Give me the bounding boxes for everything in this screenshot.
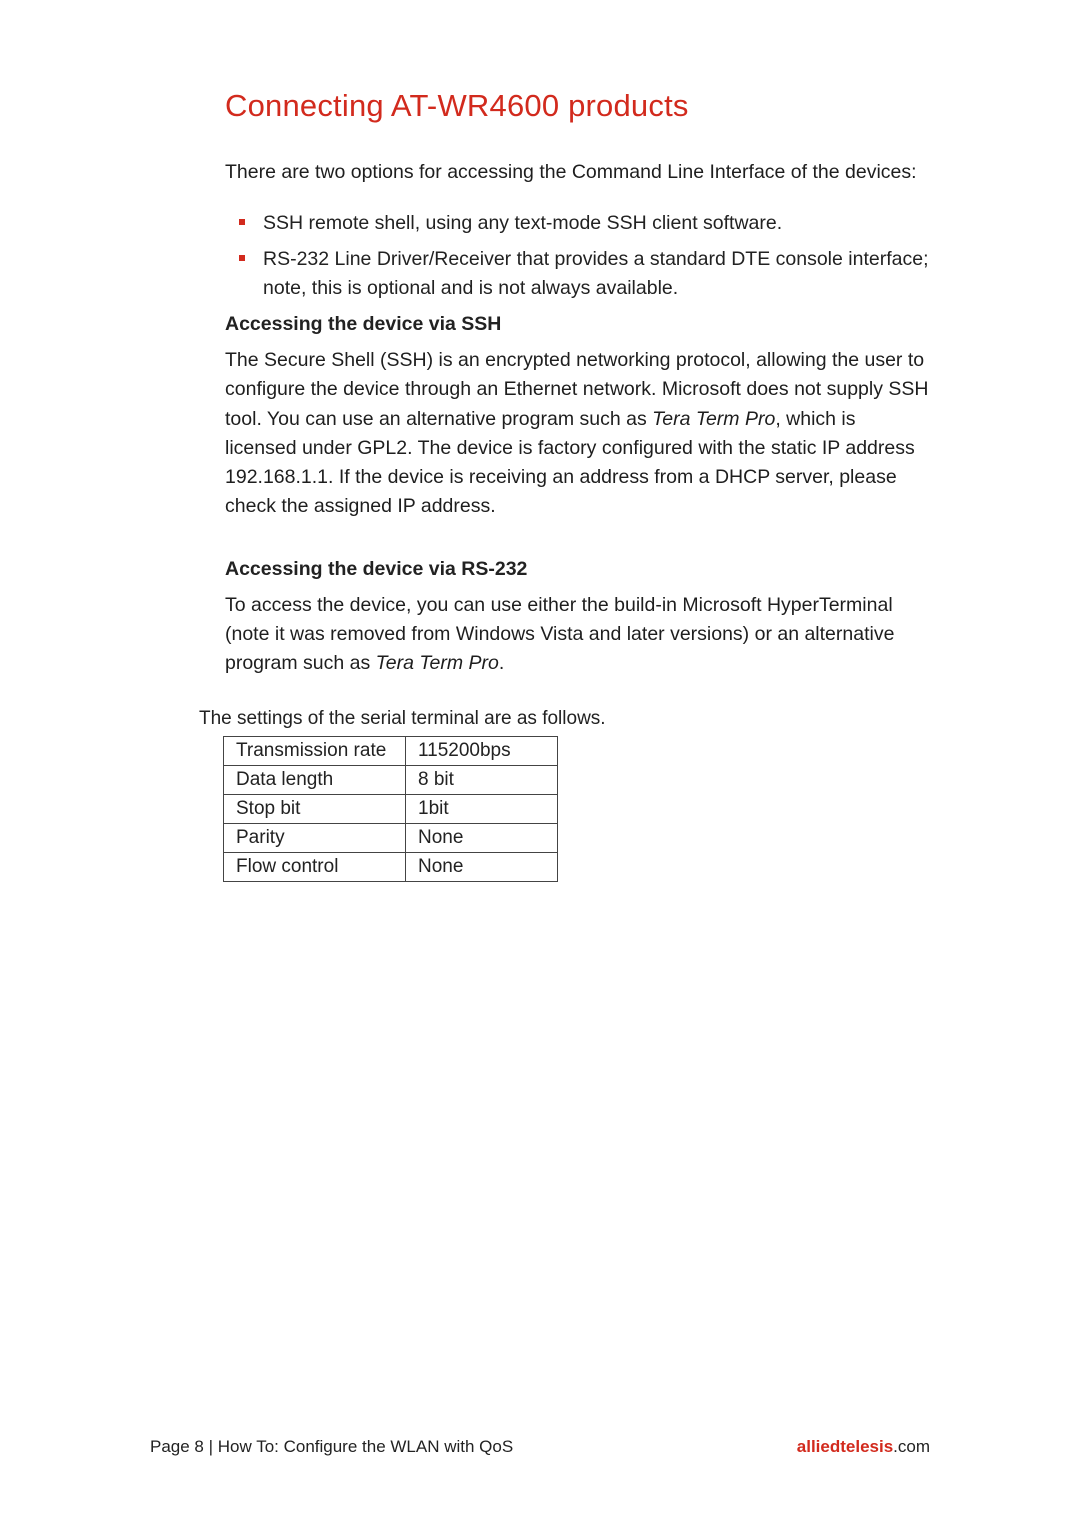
table-intro: The settings of the serial terminal are … bbox=[199, 708, 930, 730]
text-fragment: . bbox=[499, 652, 504, 674]
intro-paragraph: There are two options for accessing the … bbox=[225, 158, 930, 187]
brand-tld: .com bbox=[893, 1437, 930, 1456]
table-row: Flow control None bbox=[224, 853, 558, 882]
page-number: Page 8 bbox=[150, 1437, 204, 1456]
setting-label: Parity bbox=[224, 824, 406, 853]
setting-value: None bbox=[406, 853, 558, 882]
page-footer: Page 8 | How To: Configure the WLAN with… bbox=[150, 1437, 930, 1457]
page-heading: Connecting AT-WR4600 products bbox=[225, 88, 930, 124]
footer-separator: | bbox=[204, 1437, 218, 1456]
emphasized-term: Tera Term Pro bbox=[652, 408, 775, 430]
table-row: Stop bit 1bit bbox=[224, 795, 558, 824]
footer-right: alliedtelesis.com bbox=[797, 1437, 930, 1457]
setting-value: 8 bit bbox=[406, 766, 558, 795]
doc-title: How To: Configure the WLAN with QoS bbox=[218, 1437, 513, 1456]
table-row: Data length 8 bit bbox=[224, 766, 558, 795]
setting-value: None bbox=[406, 824, 558, 853]
setting-label: Transmission rate bbox=[224, 737, 406, 766]
setting-value: 1bit bbox=[406, 795, 558, 824]
setting-label: Data length bbox=[224, 766, 406, 795]
options-list: SSH remote shell, using any text-mode SS… bbox=[225, 209, 930, 303]
table-row: Parity None bbox=[224, 824, 558, 853]
footer-left: Page 8 | How To: Configure the WLAN with… bbox=[150, 1437, 513, 1457]
setting-label: Flow control bbox=[224, 853, 406, 882]
rs232-heading: Accessing the device via RS-232 bbox=[225, 558, 930, 581]
setting-label: Stop bit bbox=[224, 795, 406, 824]
setting-value: 115200bps bbox=[406, 737, 558, 766]
list-item: SSH remote shell, using any text-mode SS… bbox=[225, 209, 930, 238]
brand-name: alliedtelesis bbox=[797, 1437, 893, 1456]
list-item: RS-232 Line Driver/Receiver that provide… bbox=[225, 245, 930, 304]
rs232-paragraph: To access the device, you can use either… bbox=[225, 591, 930, 679]
document-page: Connecting AT-WR4600 products There are … bbox=[0, 0, 1080, 1527]
serial-settings-table: Transmission rate 115200bps Data length … bbox=[223, 736, 558, 882]
ssh-paragraph: The Secure Shell (SSH) is an encrypted n… bbox=[225, 346, 930, 522]
text-fragment: To access the device, you can use either… bbox=[225, 594, 894, 675]
table-row: Transmission rate 115200bps bbox=[224, 737, 558, 766]
emphasized-term: Tera Term Pro bbox=[376, 652, 499, 674]
ssh-heading: Accessing the device via SSH bbox=[225, 313, 930, 336]
